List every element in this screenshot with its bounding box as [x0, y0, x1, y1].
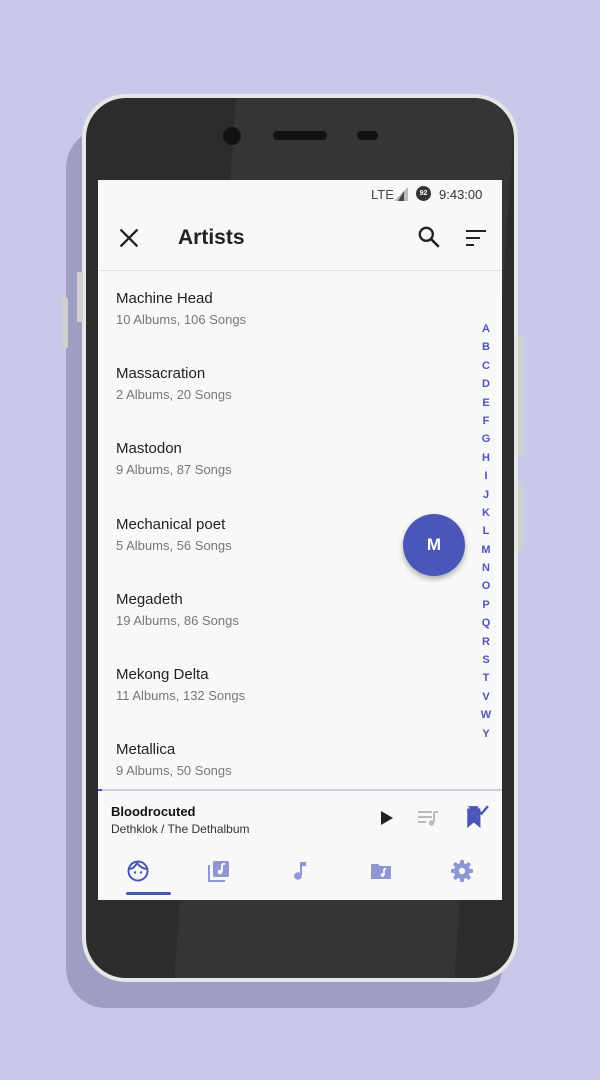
alphabet-letter[interactable]: G: [476, 430, 496, 448]
phone-side-button: [518, 484, 523, 550]
artist-face-icon: [127, 860, 149, 882]
list-item[interactable]: Megadeth 19 Albums, 86 Songs: [98, 572, 478, 647]
phone-power-button: [518, 336, 523, 456]
alphabet-letter[interactable]: R: [476, 633, 496, 651]
selected-tab-indicator: [126, 892, 171, 895]
signal-icon: [394, 187, 408, 201]
sort-icon[interactable]: [464, 226, 488, 250]
alphabet-letter[interactable]: F: [476, 412, 496, 430]
artist-name: Massacration: [116, 365, 206, 382]
queue-music-icon[interactable]: [416, 806, 440, 830]
clock: 9:43:00: [439, 187, 483, 202]
alphabet-letter[interactable]: D: [476, 375, 496, 393]
tab-albums[interactable]: [189, 841, 249, 900]
front-camera: [223, 127, 241, 145]
gear-icon: [451, 860, 473, 882]
alphabet-letter[interactable]: Q: [476, 614, 496, 632]
list-item[interactable]: Machine Head 10 Albums, 106 Songs: [98, 271, 478, 346]
list-item[interactable]: Mastodon 9 Albums, 87 Songs: [98, 421, 478, 496]
artist-name: Mastodon: [116, 440, 182, 457]
tab-settings[interactable]: [432, 841, 492, 900]
alphabet-letter[interactable]: L: [476, 522, 496, 540]
artist-name: Megadeth: [116, 591, 183, 608]
tab-artists[interactable]: [108, 841, 171, 900]
alphabet-letter[interactable]: B: [476, 338, 496, 356]
artist-name: Machine Head: [116, 290, 213, 307]
list-item[interactable]: Mekong Delta 11 Albums, 132 Songs: [98, 647, 478, 722]
status-bar: LTE 92 9:43:00: [98, 180, 502, 208]
alphabet-letter[interactable]: K: [476, 504, 496, 522]
artist-name: Mechanical poet: [116, 516, 226, 533]
alphabet-letter[interactable]: O: [476, 577, 496, 595]
alphabet-index[interactable]: ABCDEFGHIJKLMNOPQRSTVWY: [476, 320, 496, 743]
fast-scroll-letter-bubble: M: [403, 514, 465, 576]
alphabet-letter[interactable]: W: [476, 706, 496, 724]
folder-music-icon: [371, 864, 391, 879]
tab-songs[interactable]: [270, 841, 330, 900]
alphabet-letter[interactable]: C: [476, 357, 496, 375]
page-title: Artists: [178, 226, 245, 249]
alphabet-letter[interactable]: E: [476, 394, 496, 412]
artist-name: Metallica: [116, 741, 176, 758]
alphabet-letter[interactable]: M: [476, 541, 496, 559]
now-playing-subtitle: Dethklok / The Dethalbum: [111, 822, 250, 836]
alphabet-letter[interactable]: N: [476, 559, 496, 577]
alphabet-letter[interactable]: A: [476, 320, 496, 338]
earpiece-speaker: [273, 131, 327, 140]
artist-name: Mekong Delta: [116, 666, 209, 683]
phone-volume-button-2: [62, 298, 68, 348]
proximity-sensor: [357, 131, 378, 140]
alphabet-letter[interactable]: S: [476, 651, 496, 669]
tab-folders[interactable]: [351, 841, 411, 900]
bookmark-check-icon[interactable]: [463, 804, 489, 830]
phone-volume-button: [77, 272, 83, 322]
artist-info: 11 Albums, 132 Songs: [116, 688, 246, 703]
artist-info: 9 Albums, 50 Songs: [116, 763, 232, 778]
alphabet-letter[interactable]: J: [476, 486, 496, 504]
artist-info: 2 Albums, 20 Songs: [116, 387, 232, 402]
alphabet-letter[interactable]: P: [476, 596, 496, 614]
app-screen: LTE 92 9:43:00 Artists Machine Head 10 A…: [98, 180, 502, 900]
play-icon[interactable]: [374, 806, 398, 830]
artist-info: 10 Albums, 106 Songs: [116, 312, 247, 327]
battery-icon: 92: [416, 186, 431, 201]
now-playing-bar[interactable]: Bloodrocuted Dethklok / The Dethalbum: [98, 791, 502, 841]
toolbar: Artists: [98, 208, 502, 270]
artist-info: 19 Albums, 86 Songs: [116, 613, 239, 628]
alphabet-letter[interactable]: T: [476, 669, 496, 687]
list-item[interactable]: Massacration 2 Albums, 20 Songs: [98, 346, 478, 421]
list-item[interactable]: Metallica 9 Albums, 50 Songs: [98, 722, 478, 791]
artist-info: 5 Albums, 56 Songs: [116, 538, 232, 553]
music-note-icon: [294, 862, 306, 880]
bottom-navigation: [98, 841, 502, 900]
network-type: LTE: [371, 187, 394, 202]
alphabet-letter[interactable]: Y: [476, 725, 496, 743]
now-playing-title: Bloodrocuted: [111, 804, 196, 819]
alphabet-letter[interactable]: H: [476, 449, 496, 467]
close-icon[interactable]: [116, 225, 142, 251]
search-icon[interactable]: [416, 224, 442, 250]
alphabet-letter[interactable]: V: [476, 688, 496, 706]
alphabet-letter[interactable]: I: [476, 467, 496, 485]
artist-info: 9 Albums, 87 Songs: [116, 462, 232, 477]
library-music-icon: [208, 861, 229, 882]
